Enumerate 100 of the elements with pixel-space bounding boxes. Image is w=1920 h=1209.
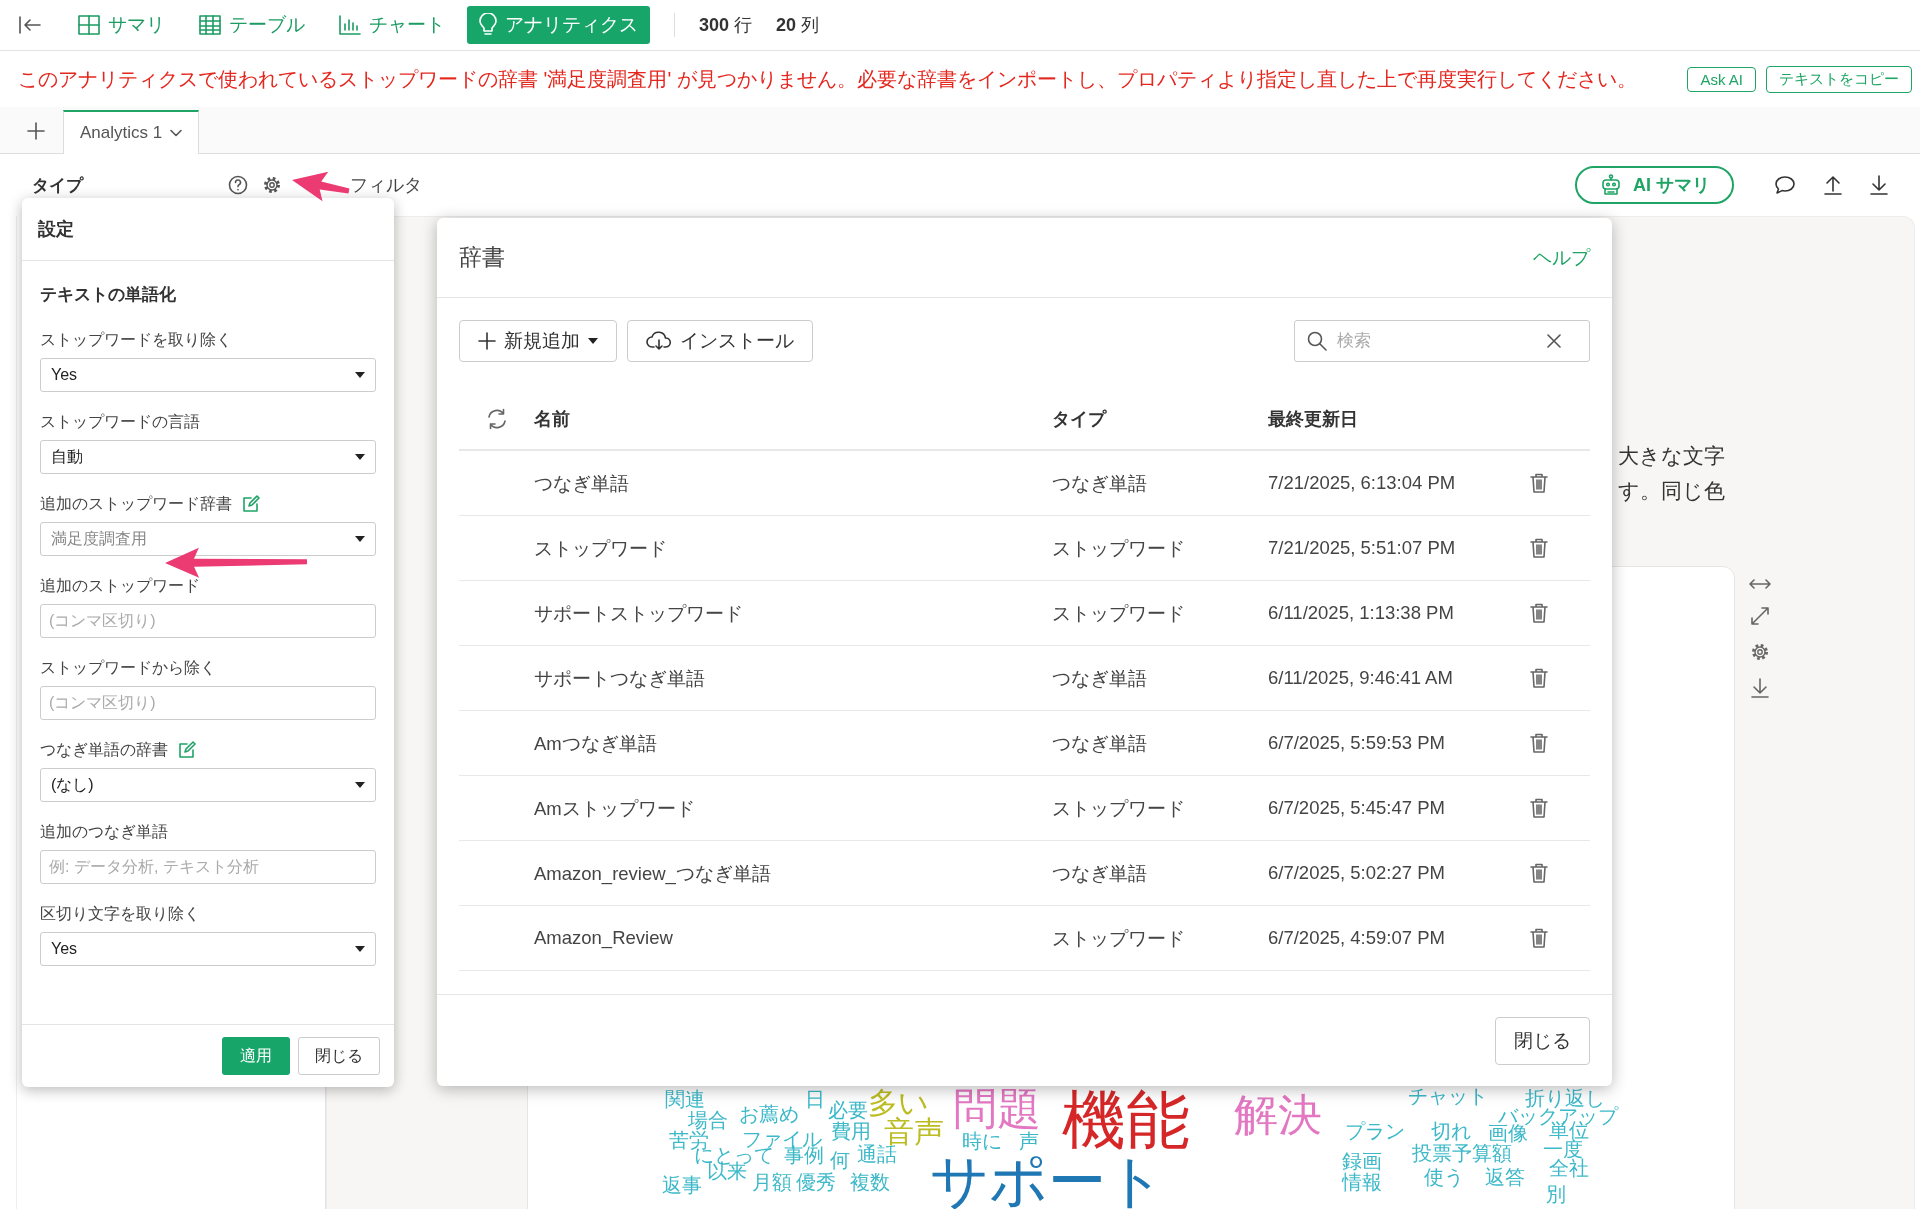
horizontal-arrows-icon[interactable] <box>1749 578 1771 590</box>
table-cell: Amazon_review_つなぎ単語 <box>534 841 1052 906</box>
expand-icon[interactable] <box>1750 606 1770 626</box>
trash-icon[interactable] <box>1530 863 1548 883</box>
table-cell: 6/11/2025, 1:13:38 PM <box>1268 581 1530 646</box>
table-cell: つなぎ単語 <box>534 451 1052 516</box>
table-cell: ストップワード <box>1052 906 1268 971</box>
table-cell: 6/7/2025, 5:59:53 PM <box>1268 711 1530 776</box>
analytics-tab[interactable]: Analytics 1 <box>63 110 200 154</box>
column-header: 名前 <box>534 388 1052 451</box>
trash-icon[interactable] <box>1530 928 1548 948</box>
field-label: つなぎ単語の辞書 <box>40 739 168 760</box>
field-label: ストップワードの言語 <box>40 411 200 432</box>
table-cell: 6/7/2025, 5:02:27 PM <box>1268 841 1530 906</box>
view-tab[interactable]: テーブル <box>187 6 317 44</box>
trash-icon[interactable] <box>1530 733 1548 753</box>
back-icon[interactable] <box>18 15 42 35</box>
cloud-word: 別 <box>1546 1184 1566 1204</box>
table-cell: サポートつなぎ単語 <box>534 646 1052 711</box>
select-dropdown[interactable]: (なし) <box>40 768 376 802</box>
pointer-arrow <box>292 171 350 202</box>
plus-icon[interactable] <box>27 122 45 140</box>
select-dropdown[interactable]: 満足度調査用 <box>40 522 376 556</box>
cloud-word: 情報 <box>1342 1172 1382 1192</box>
lightbulb-icon <box>479 13 497 37</box>
cloud-word: 使う <box>1424 1167 1464 1187</box>
cloud-word: 関連 <box>665 1089 705 1109</box>
cloud-word: 問題 <box>953 1087 1041 1131</box>
upload-icon[interactable] <box>1824 175 1842 195</box>
field-label: 追加のストップワード辞書 <box>40 493 232 514</box>
caret-icon <box>588 338 598 344</box>
close-button[interactable]: 閉じる <box>1495 1016 1590 1065</box>
table-cell: Amストップワード <box>534 776 1052 841</box>
grid-icon <box>78 15 100 35</box>
trash-icon[interactable] <box>1530 668 1548 688</box>
settings-icon[interactable] <box>1750 642 1770 662</box>
table-cell: ストップワード <box>534 516 1052 581</box>
table-cell: 7/21/2025, 5:51:07 PM <box>1268 516 1530 581</box>
input-field[interactable]: 例: データ分析, テキスト分析 <box>40 850 376 884</box>
chevron-icon <box>170 129 183 137</box>
edit-icon[interactable] <box>178 741 196 759</box>
cloud-word: 一度 <box>1543 1139 1583 1159</box>
input-field[interactable]: (コンマ区切り) <box>40 604 376 638</box>
cloud-word: 予算額 <box>1452 1143 1512 1163</box>
help-icon[interactable] <box>228 175 248 195</box>
download-icon[interactable] <box>1751 678 1769 698</box>
settings-icon[interactable] <box>262 175 282 195</box>
cloud-word: お薦め <box>739 1104 799 1124</box>
cloud-word: 時に <box>962 1131 1002 1151</box>
table-cell: 6/7/2025, 5:45:47 PM <box>1268 776 1530 841</box>
table-cell: ストップワード <box>1052 581 1268 646</box>
trash-icon[interactable] <box>1530 538 1548 558</box>
input-field[interactable]: (コンマ区切り) <box>40 686 376 720</box>
select-dropdown[interactable]: Yes <box>40 358 376 392</box>
close-icon[interactable] <box>1547 334 1561 348</box>
cloud-word: 何 <box>830 1150 850 1170</box>
table-cell: Amつなぎ単語 <box>534 711 1052 776</box>
cloud-word: 折り返し <box>1525 1088 1605 1108</box>
table-cell: サポートストップワード <box>534 581 1052 646</box>
cloud-word: 場合 <box>688 1110 728 1130</box>
cloud-word: 優秀 <box>796 1172 836 1192</box>
search-input[interactable]: 検索 <box>1337 331 1537 351</box>
view-tab[interactable]: サマリ <box>66 6 177 44</box>
add-button[interactable]: 新規追加 <box>459 320 617 362</box>
comment-icon[interactable] <box>1774 175 1796 195</box>
view-tab[interactable]: チャート <box>327 6 457 44</box>
cloud-word: 解決 <box>1234 1093 1322 1137</box>
cloud-word: 返事 <box>662 1175 702 1195</box>
select-dropdown[interactable]: 自動 <box>40 440 376 474</box>
body-text: 大きな文字 <box>1618 443 1725 469</box>
section-title: テキストの単語化 <box>40 284 177 306</box>
field-label: 区切り文字を取り除く <box>40 903 200 924</box>
table-cell: 7/21/2025, 6:13:04 PM <box>1268 451 1530 516</box>
table-cell: 6/11/2025, 9:46:41 AM <box>1268 646 1530 711</box>
table-cell: Amazon_Review <box>534 906 1052 971</box>
trash-icon[interactable] <box>1530 798 1548 818</box>
cloud-word: 声 <box>1019 1131 1039 1151</box>
select-dropdown[interactable]: Yes <box>40 932 376 966</box>
bar-chart-icon <box>339 15 361 35</box>
table-cell: つなぎ単語 <box>1052 451 1268 516</box>
caret-icon <box>355 454 365 460</box>
search-field[interactable]: 検索 <box>1294 320 1590 362</box>
error-message: このアナリティクスで使われているストップワードの辞書 '満足度調査用' が見つかりません。必要な辞書をインポートし、プロパティより指定し直した上で再度実行してください。 <box>18 66 1637 92</box>
cloud-word: 月額 <box>752 1172 792 1192</box>
type-label: タイプ <box>32 174 85 197</box>
trash-icon[interactable] <box>1530 603 1548 623</box>
trash-icon[interactable] <box>1530 473 1548 493</box>
caret-icon <box>355 536 365 542</box>
cloud-word: 日 <box>805 1089 825 1109</box>
edit-icon[interactable] <box>242 495 260 513</box>
table-icon <box>199 15 221 35</box>
cloud-word: プラン <box>1345 1121 1405 1141</box>
install-button[interactable]: インストール <box>627 320 813 362</box>
table-cell: ストップワード <box>1052 776 1268 841</box>
close-button[interactable]: 閉じる <box>298 1037 380 1075</box>
download-icon[interactable] <box>1870 175 1888 195</box>
filter-label[interactable]: フィルタ <box>350 173 422 197</box>
cloud-word: 音声 <box>884 1117 944 1147</box>
refresh-icon[interactable] <box>485 407 508 430</box>
cloud-word: 投票 <box>1412 1143 1452 1163</box>
